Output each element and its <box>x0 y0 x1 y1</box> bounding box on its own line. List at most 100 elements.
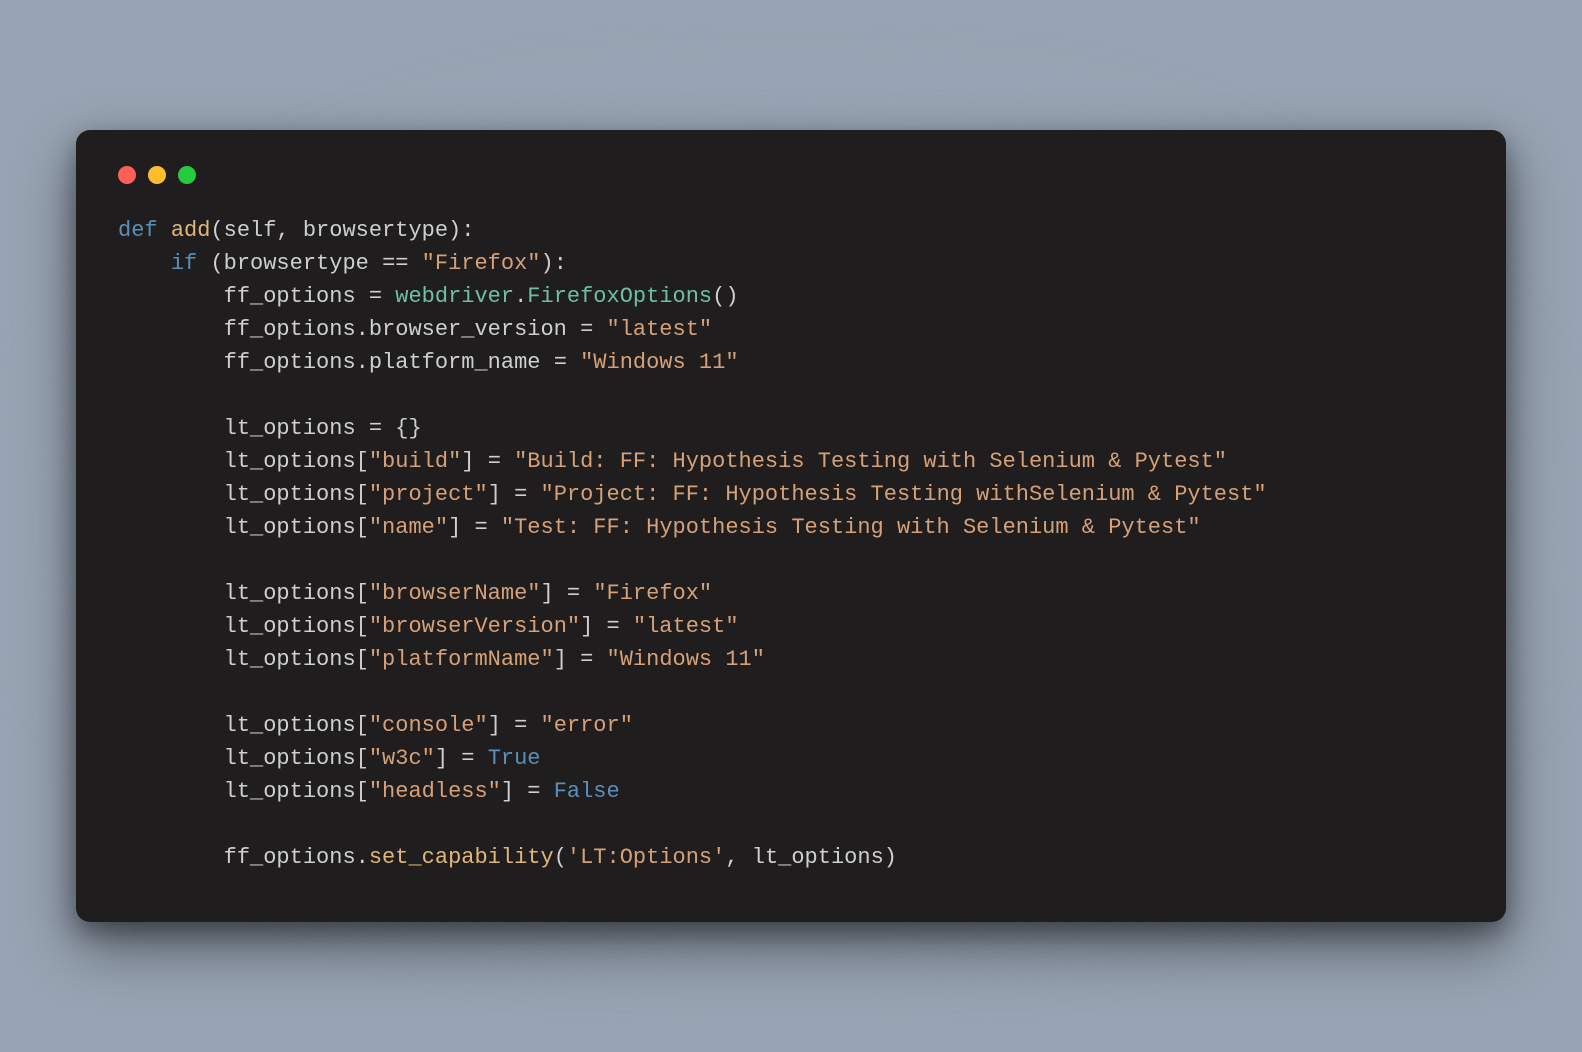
indent <box>118 845 224 870</box>
empty-dict: {} <box>382 416 422 441</box>
func-add: add <box>171 218 211 243</box>
obj-ff-options: ff_options. <box>224 845 369 870</box>
var-lt-options: lt_options <box>224 416 369 441</box>
attr-platform-name: ff_options.platform_name <box>224 350 554 375</box>
indent <box>118 251 171 276</box>
op-assign: = <box>356 284 396 309</box>
indent <box>118 581 224 606</box>
key-browsername: "browserName" <box>369 581 541 606</box>
paren-close: ): <box>541 251 567 276</box>
string-firefox: "Firefox" <box>422 251 541 276</box>
op-assign: = <box>488 449 501 474</box>
params: (self, browsertype): <box>210 218 474 243</box>
class-firefoxoptions: FirefoxOptions <box>527 284 712 309</box>
key-headless: "headless" <box>369 779 501 804</box>
space <box>541 779 554 804</box>
dict-access: lt_options[ <box>224 449 369 474</box>
minimize-icon[interactable] <box>148 166 166 184</box>
indent <box>118 350 224 375</box>
string-name: "Test: FF: Hypothesis Testing with Selen… <box>501 515 1201 540</box>
indent <box>118 416 224 441</box>
expr: (browsertype <box>197 251 382 276</box>
indent <box>118 614 224 639</box>
dict-access: lt_options[ <box>224 614 369 639</box>
space <box>593 647 606 672</box>
dict-access: lt_options[ <box>224 713 369 738</box>
op-assign: = <box>607 614 620 639</box>
space <box>488 515 501 540</box>
string-lt-options: 'LT:Options' <box>567 845 725 870</box>
key-w3c: "w3c" <box>369 746 435 771</box>
indent <box>118 779 224 804</box>
args-close: , lt_options) <box>725 845 897 870</box>
key-project: "project" <box>369 482 488 507</box>
op-assign: = <box>580 647 593 672</box>
op-assign: = <box>461 746 474 771</box>
attr-browser-version: ff_options.browser_version <box>224 317 580 342</box>
string-build: "Build: FF: Hypothesis Testing with Sele… <box>514 449 1227 474</box>
close-icon[interactable] <box>118 166 136 184</box>
dict-access: lt_options[ <box>224 779 369 804</box>
dot: . <box>514 284 527 309</box>
paren-open: ( <box>554 845 567 870</box>
string-latest: "latest" <box>607 317 713 342</box>
string-latest: "latest" <box>633 614 739 639</box>
op-assign: = <box>474 515 487 540</box>
bracket: ] <box>435 746 461 771</box>
bracket: ] <box>461 449 487 474</box>
string-firefox: "Firefox" <box>593 581 712 606</box>
space <box>527 482 540 507</box>
key-console: "console" <box>369 713 488 738</box>
bracket: ] <box>448 515 474 540</box>
parens: () <box>712 284 738 309</box>
keyword-if: if <box>171 251 197 276</box>
space <box>580 581 593 606</box>
indent <box>118 284 224 309</box>
op-assign: = <box>554 350 567 375</box>
key-platformname: "platformName" <box>369 647 554 672</box>
bracket: ] <box>488 482 514 507</box>
string-project: "Project: FF: Hypothesis Testing withSel… <box>541 482 1267 507</box>
op-assign: = <box>514 482 527 507</box>
indent <box>118 647 224 672</box>
indent <box>118 713 224 738</box>
key-build: "build" <box>369 449 461 474</box>
bracket: ] <box>541 581 567 606</box>
indent <box>118 449 224 474</box>
space <box>408 251 421 276</box>
op-assign: = <box>514 713 527 738</box>
dict-access: lt_options[ <box>224 746 369 771</box>
bracket: ] <box>554 647 580 672</box>
key-browserversion: "browserVersion" <box>369 614 580 639</box>
module-webdriver: webdriver <box>395 284 514 309</box>
dict-access: lt_options[ <box>224 515 369 540</box>
key-name: "name" <box>369 515 448 540</box>
keyword-def: def <box>118 218 158 243</box>
code-block: def add(self, browsertype): if (browsert… <box>118 214 1464 874</box>
bool-false: False <box>554 779 620 804</box>
op-assign: = <box>527 779 540 804</box>
space <box>620 614 633 639</box>
space <box>567 350 580 375</box>
op-assign: = <box>580 317 593 342</box>
dict-access: lt_options[ <box>224 647 369 672</box>
string-error: "error" <box>541 713 633 738</box>
dict-access: lt_options[ <box>224 482 369 507</box>
op-eq: == <box>382 251 408 276</box>
string-windows11: "Windows 11" <box>580 350 738 375</box>
space <box>593 317 606 342</box>
indent <box>118 515 224 540</box>
bool-true: True <box>488 746 541 771</box>
string-windows11: "Windows 11" <box>607 647 765 672</box>
indent <box>118 482 224 507</box>
space <box>501 449 514 474</box>
bracket: ] <box>580 614 606 639</box>
window-glow-wrapper: def add(self, browsertype): if (browsert… <box>16 70 1566 982</box>
bracket: ] <box>488 713 514 738</box>
zoom-icon[interactable] <box>178 166 196 184</box>
indent <box>118 317 224 342</box>
op-assign: = <box>567 581 580 606</box>
var-ff-options: ff_options <box>224 284 356 309</box>
code-window: def add(self, browsertype): if (browsert… <box>76 130 1506 922</box>
bracket: ] <box>501 779 527 804</box>
